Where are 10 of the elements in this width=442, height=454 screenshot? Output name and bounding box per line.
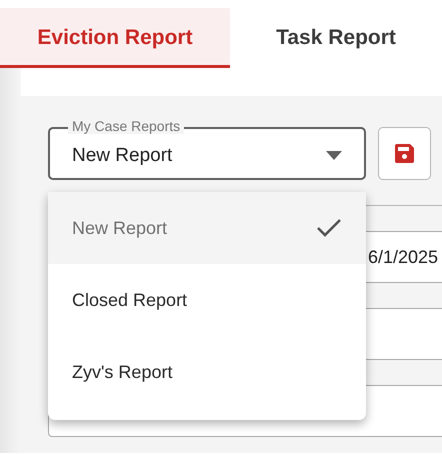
field-label: My Case Reports [68, 118, 184, 134]
save-button[interactable] [378, 127, 431, 180]
menu-item[interactable]: Closed Report [48, 264, 366, 336]
menu-item[interactable]: Zyv's Report [48, 336, 366, 408]
menu-item[interactable]: New Report [48, 192, 366, 264]
save-icon [395, 144, 414, 163]
caret-icon [326, 151, 342, 160]
tab[interactable]: Eviction Report [0, 8, 230, 68]
report-select[interactable]: My Case Reports New Report [48, 117, 366, 180]
check-icon [316, 218, 342, 238]
